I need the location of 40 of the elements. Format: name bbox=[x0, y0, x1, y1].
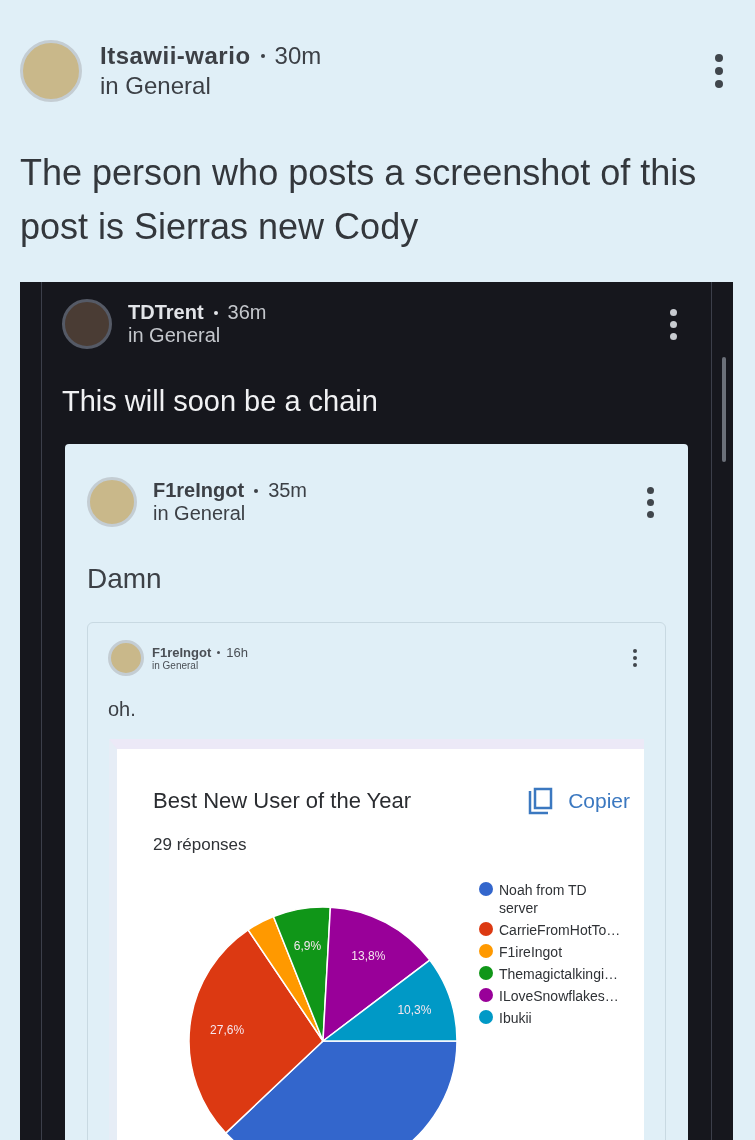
post-text: This will soon be a chain bbox=[61, 384, 379, 418]
author-name: TDTrent bbox=[128, 301, 204, 324]
legend-label: CarrieFromHotTo… bbox=[499, 921, 621, 939]
legend-label: ILoveSnowflakes… bbox=[499, 987, 619, 1005]
separator-dot bbox=[213, 310, 218, 315]
more-options-icon[interactable] bbox=[715, 54, 723, 88]
slice-label: 10,3% bbox=[397, 1003, 432, 1018]
response-count: 29 réponses bbox=[153, 835, 248, 855]
slice-label: 13,8% bbox=[351, 948, 386, 963]
post-category[interactable]: in General bbox=[100, 72, 322, 100]
legend-label: F1ireIngot bbox=[499, 943, 563, 961]
copy-icon bbox=[528, 787, 555, 815]
separator-dot bbox=[254, 488, 259, 493]
author-name: F1reIngot bbox=[153, 479, 245, 502]
more-options-icon bbox=[633, 649, 637, 667]
post-time: 35m bbox=[268, 479, 308, 502]
more-options-icon bbox=[647, 486, 654, 518]
post-time: 16h bbox=[226, 645, 248, 660]
slice-label: 27,6% bbox=[210, 1023, 245, 1038]
post-text: Damn bbox=[86, 562, 163, 595]
more-options-icon bbox=[670, 308, 677, 340]
legend-label: Ibukii bbox=[499, 1009, 532, 1027]
post-category: in General bbox=[153, 502, 247, 525]
post-text: The person who posts a screenshot of this post is Sierras new Cody bbox=[19, 151, 698, 249]
author-name: F1reIngot bbox=[152, 645, 212, 660]
separator-dot bbox=[260, 54, 265, 58]
avatar bbox=[108, 640, 144, 676]
author-name[interactable]: Itsawii-wario bbox=[100, 42, 251, 70]
post-category: in General bbox=[128, 324, 222, 347]
post-time: 30m bbox=[274, 42, 322, 70]
separator-dot bbox=[217, 651, 221, 654]
avatar bbox=[62, 299, 112, 349]
question-title: Best New User of the Year bbox=[153, 788, 412, 814]
legend-label: Themagictalkingi… bbox=[499, 965, 619, 983]
post-category: in General bbox=[152, 660, 200, 671]
post-time: 36m bbox=[227, 301, 267, 324]
avatar bbox=[87, 477, 137, 527]
post-text: oh. bbox=[107, 697, 137, 721]
legend-label: Noah from TD server bbox=[499, 881, 588, 917]
slice-label: 6,9% bbox=[293, 938, 322, 953]
